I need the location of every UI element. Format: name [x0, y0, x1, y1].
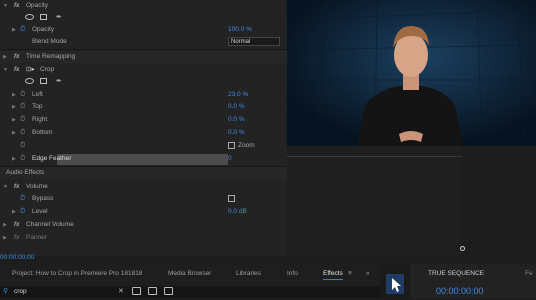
fx-icon[interactable]: fx [14, 232, 19, 244]
stopwatch-icon[interactable]: ⏱ [20, 140, 25, 152]
fx-icon[interactable]: fx [14, 219, 19, 231]
expand-triangle-icon[interactable]: ▶ [12, 127, 16, 139]
level-label: Level [32, 208, 48, 215]
crop-label: Crop [40, 66, 55, 73]
tab-effects[interactable]: Effects [323, 270, 343, 280]
top-value[interactable]: 0.0 % [228, 101, 245, 113]
expand-triangle-icon[interactable]: ▶ [12, 101, 16, 113]
search-icon[interactable]: ⚲ [3, 287, 8, 295]
32-bit-effects-icon[interactable] [148, 287, 157, 295]
expand-triangle-icon[interactable]: ▶ [12, 114, 16, 126]
opacity-value[interactable]: 100.0 % [228, 24, 252, 36]
sequence-panel: TRUE SEQUENCE Fe 00:00:00:00 [410, 264, 536, 298]
stopwatch-icon[interactable]: ⏱ [20, 24, 25, 36]
fx-icon[interactable]: fx [14, 0, 19, 12]
panner-label: Panner [26, 234, 47, 241]
rectangle-mask-icon[interactable] [40, 14, 47, 20]
sequence-tab[interactable]: TRUE SEQUENCE [428, 270, 484, 277]
tab-info[interactable]: Info [287, 270, 298, 277]
stopwatch-icon[interactable]: ⏱ [20, 114, 25, 126]
sequence-timecode[interactable]: 00:00:00:00 [436, 286, 484, 296]
fx-icon[interactable]: fx [14, 51, 19, 63]
right-label: Right [32, 116, 48, 123]
timeline-track [287, 156, 462, 157]
collapse-triangle-icon[interactable]: ▼ [3, 0, 8, 12]
bottom-value[interactable]: 0.0 % [228, 127, 245, 139]
collapse-triangle-icon[interactable]: ▼ [3, 181, 8, 193]
bypass-checkbox[interactable] [228, 195, 235, 202]
stopwatch-icon[interactable]: ⏱ [20, 89, 25, 101]
expand-triangle-icon[interactable]: ▶ [12, 206, 16, 218]
stopwatch-icon[interactable]: ⏱ [20, 101, 25, 113]
tab-libraries[interactable]: Libraries [236, 270, 261, 277]
audio-effects-label: Audio Effects [6, 169, 45, 176]
ellipse-mask-icon[interactable] [25, 78, 34, 84]
channel-volume-label: Channel Volume [26, 221, 74, 228]
zoom-checkbox[interactable] [228, 142, 235, 149]
stopwatch-icon[interactable]: ⏱ [20, 153, 25, 165]
stopwatch-icon[interactable]: ⏱ [20, 206, 25, 218]
expand-triangle-icon[interactable]: ▶ [3, 219, 7, 231]
expand-triangle-icon[interactable]: ▶ [3, 232, 7, 244]
stopwatch-icon[interactable]: ⏱ [20, 193, 25, 205]
collapse-triangle-icon[interactable]: ▼ [3, 64, 8, 76]
fx-icon[interactable]: fx [14, 64, 19, 76]
effect-controls-timecode[interactable]: 00:00:00:00 [0, 254, 34, 261]
playhead-marker[interactable] [460, 246, 465, 251]
crop-transform-icon[interactable]: ⊡▸ [26, 64, 35, 76]
blend-mode-select[interactable]: Normal [228, 37, 280, 46]
search-input[interactable]: crop [14, 288, 27, 295]
yuv-effects-icon[interactable] [164, 287, 173, 295]
expand-triangle-icon[interactable]: ▶ [12, 153, 16, 165]
effects-search-bar: ⚲ crop ✕ [0, 286, 380, 298]
effect-controls-timeline[interactable] [287, 146, 465, 256]
expand-triangle-icon[interactable]: ▶ [3, 51, 7, 63]
sequence-tab-overflow[interactable]: Fe [525, 270, 533, 277]
blend-mode-label: Blend Mode [32, 38, 67, 45]
opacity-property-label: Opacity [32, 26, 55, 33]
edge-feather-value[interactable]: 0 [228, 153, 232, 165]
program-monitor-video [287, 0, 536, 146]
zoom-label: Zoom [238, 142, 255, 149]
expand-triangle-icon[interactable]: ▶ [12, 89, 16, 101]
panel-menu-icon[interactable]: ≡ [348, 270, 352, 277]
volume-label: Volume [26, 183, 48, 190]
accelerated-effects-icon[interactable] [132, 287, 141, 295]
ellipse-mask-icon[interactable] [25, 14, 34, 20]
rectangle-mask-icon[interactable] [40, 78, 47, 84]
level-value[interactable]: 0.0 dB [228, 206, 247, 218]
presenter-image [287, 0, 536, 146]
project-panel-tabs: Project: How to Crop in Premiere Pro 181… [0, 264, 380, 286]
pen-mask-icon[interactable]: ✒ [56, 76, 62, 88]
time-remapping-label: Time Remapping [26, 53, 76, 60]
opacity-label: Opacity [26, 2, 49, 9]
selection-tool-icon[interactable] [380, 264, 410, 298]
selection-highlight [57, 154, 228, 165]
expand-triangle-icon[interactable]: ▶ [12, 24, 16, 36]
edge-feather-label: Edge Feather [32, 155, 72, 162]
stopwatch-icon[interactable]: ⏱ [20, 127, 25, 139]
overflow-tabs-icon[interactable]: » [366, 270, 370, 277]
left-label: Left [32, 91, 43, 98]
clear-search-icon[interactable]: ✕ [118, 287, 124, 295]
tools-panel [380, 264, 410, 298]
fx-icon[interactable]: fx [14, 181, 19, 193]
tab-project[interactable]: Project: How to Crop in Premiere Pro 181… [12, 270, 142, 277]
left-value[interactable]: 23.0 % [228, 89, 248, 101]
bypass-label: Bypass [32, 195, 54, 202]
right-value[interactable]: 0.0 % [228, 114, 245, 126]
top-label: Top [32, 103, 43, 110]
tab-media-browser[interactable]: Media Browser [168, 270, 211, 277]
pen-mask-icon[interactable]: ✒ [56, 12, 62, 24]
bottom-label: Bottom [32, 129, 53, 136]
